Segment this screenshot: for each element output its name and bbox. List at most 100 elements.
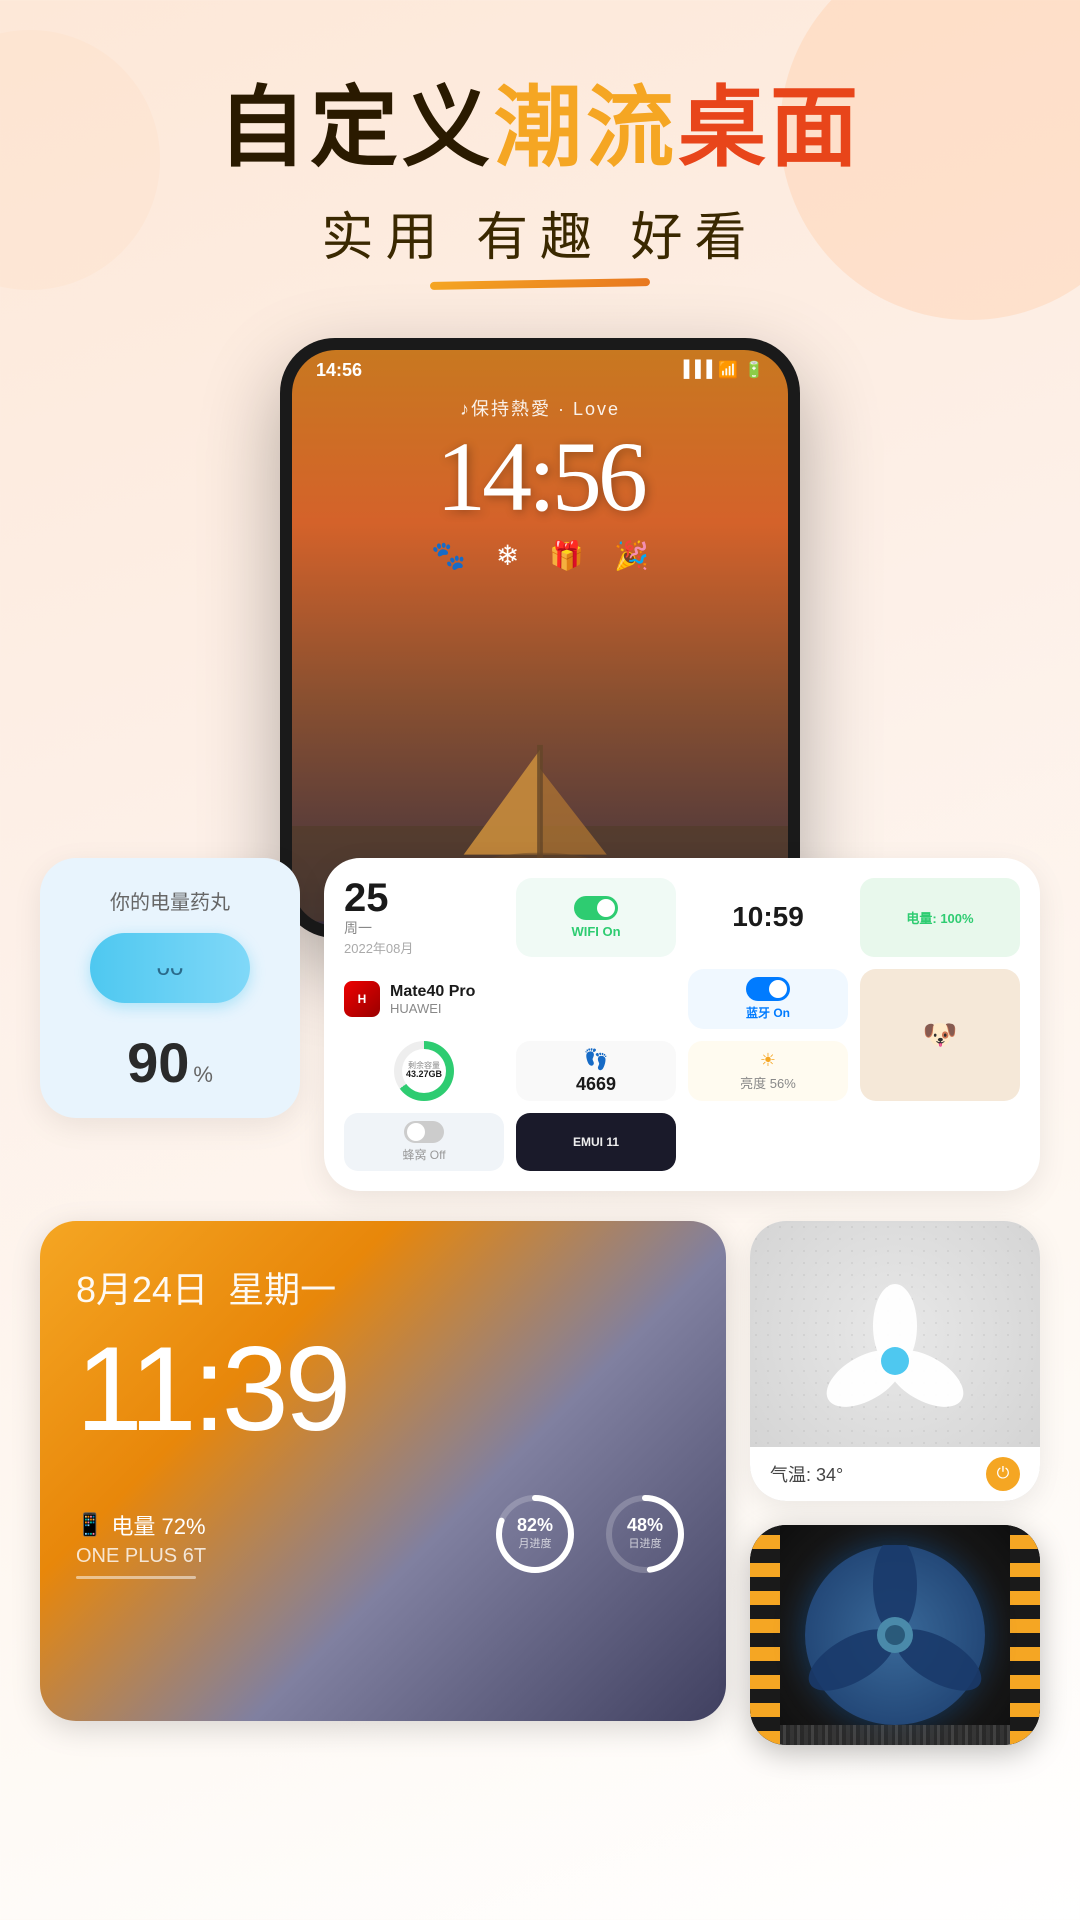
clock-weekday: 星期一 — [228, 1261, 336, 1313]
battery-icon: 🔋 — [744, 360, 764, 380]
orange-stripe-right — [1010, 1525, 1040, 1745]
big-clock-time: 11:39 — [76, 1329, 690, 1449]
icon-paw: 🐾 — [431, 539, 466, 572]
phone-bottom-icons: 🐾 ❄ 🎁 🎉 — [431, 539, 649, 572]
steps-icon: 👣 — [584, 1047, 609, 1072]
storage-progress-circle: 剩余容量 43.27GB — [394, 1041, 454, 1101]
phone-mockup: 14:56 ▐▐▐ 📶 🔋 ♪保持熱愛 · Love 14:56 🐾 ❄ 🎁 🎉 — [280, 338, 800, 938]
pill-shape: ᴗᴗ — [90, 933, 250, 1003]
clock-bottom: 📱 电量 72% ONE PLUS 6T 82% 月进度 — [76, 1489, 690, 1579]
info-widget: 25 周一 2022年08月 WIFI On 10:59 电量: 100% H … — [324, 858, 1040, 1191]
svg-text:月进度: 月进度 — [519, 1536, 552, 1550]
cell-toggle — [404, 1121, 444, 1143]
battery-bar-text: 电量: 100% — [906, 908, 973, 927]
steps-value: 4669 — [576, 1074, 616, 1095]
lock-screen-content: ♪保持熱愛 · Love 14:56 🐾 ❄ 🎁 🎉 — [292, 385, 788, 572]
info-time-block: 10:59 — [688, 878, 848, 957]
orange-stripe-left — [750, 1525, 780, 1745]
dark-fan-svg — [805, 1545, 985, 1725]
fan-widget-dark — [750, 1525, 1040, 1745]
brightness-block: ☀ 亮度 56% — [688, 1041, 848, 1101]
device-line — [76, 1576, 196, 1579]
title-part1: 自定义 — [218, 78, 494, 177]
fan-power-btn[interactable]: ⏻ — [986, 1457, 1020, 1491]
fan-dark-circle — [805, 1545, 985, 1725]
battery-unit: % — [193, 1062, 213, 1088]
svg-text:82%: 82% — [517, 1515, 553, 1535]
device-model: Mate40 Pro — [390, 982, 475, 1001]
wifi-label: WIFI On — [571, 924, 620, 939]
info-time: 10:59 — [732, 901, 804, 933]
emui-block: EMUI 11 — [516, 1113, 676, 1171]
status-icons: ▐▐▐ 📶 🔋 — [678, 360, 764, 380]
widgets-row-1: 你的电量药丸 ᴗᴗ 90 % 25 周一 2022年08月 WIFI On 10… — [0, 858, 1080, 1191]
battery-phone-icon: 📱 — [76, 1512, 103, 1538]
device-battery: 📱 电量 72% — [76, 1509, 206, 1541]
header-section: 自定义潮流桌面 实用 有趣 好看 — [0, 0, 1080, 288]
icon-gift: 🎁 — [549, 539, 584, 572]
fan-dark-inner — [750, 1525, 1040, 1745]
cell-off-block: 蜂窝 Off — [344, 1113, 504, 1171]
device-brand: HUAWEI — [390, 1001, 475, 1016]
device-info: Mate40 Pro HUAWEI — [390, 982, 475, 1016]
icon-party: 🎉 — [614, 539, 649, 572]
brightness-value: 亮度 56% — [740, 1073, 796, 1092]
circle-inner: 剩余容量 43.27GB — [402, 1049, 446, 1093]
huawei-logo: H — [344, 981, 380, 1017]
title-part2: 潮流 — [494, 78, 678, 177]
steps-block: 👣 4669 — [516, 1041, 676, 1101]
emui-label: EMUI 11 — [573, 1135, 619, 1149]
barcode-strip — [780, 1725, 1010, 1745]
device-battery-text: 电量 72% — [111, 1509, 205, 1541]
title-part3: 桌面 — [678, 78, 862, 177]
fan-blade-container — [815, 1281, 975, 1441]
wifi-toggle-block[interactable]: WIFI On — [516, 878, 676, 957]
main-title: 自定义潮流桌面 — [0, 80, 1080, 177]
clock-circles: 82% 月进度 48% 日进度 — [490, 1489, 690, 1579]
phone-screen: 14:56 ▐▐▐ 📶 🔋 ♪保持熱愛 · Love 14:56 🐾 ❄ 🎁 🎉 — [292, 350, 788, 926]
device-name-big: ONE PLUS 6T — [76, 1545, 206, 1568]
cell-label: 蜂窝 Off — [402, 1146, 445, 1163]
monthly-progress-container: 82% 月进度 — [490, 1489, 580, 1579]
daily-progress-container: 48% 日进度 — [600, 1489, 690, 1579]
phone-mockup-wrapper: 14:56 ▐▐▐ 📶 🔋 ♪保持熱愛 · Love 14:56 🐾 ❄ 🎁 🎉 — [0, 338, 1080, 938]
battery-percent: 90 — [127, 1035, 189, 1091]
bt-switch[interactable] — [746, 977, 790, 1001]
fan-svg — [815, 1281, 975, 1441]
camera-thumbnail: 🐶 — [860, 969, 1020, 1101]
fan-bottom-bar: 气温: 34° ⏻ — [750, 1447, 1040, 1501]
clock-device-info: 📱 电量 72% ONE PLUS 6T — [76, 1509, 206, 1579]
phone-time-small: 14:56 — [316, 360, 362, 381]
icon-snowflake: ❄ — [496, 539, 519, 572]
daily-progress-circle: 48% 日进度 — [600, 1489, 690, 1579]
storage-circle: 剩余容量 43.27GB — [344, 1041, 504, 1101]
device-block: H Mate40 Pro HUAWEI — [344, 969, 676, 1029]
widgets-row-2: 8月24日 星期一 11:39 📱 电量 72% ONE PLUS 6T — [0, 1221, 1080, 1745]
underline-decoration — [430, 278, 650, 290]
wifi-switch[interactable] — [574, 896, 618, 920]
fan-widget-white: 气温: 34° ⏻ — [750, 1221, 1040, 1501]
svg-text:日进度: 日进度 — [629, 1536, 662, 1550]
right-widgets: 气温: 34° ⏻ — [750, 1221, 1040, 1745]
storage-value: 43.27GB — [406, 1070, 442, 1079]
love-text: ♪保持熱愛 · Love — [460, 395, 620, 421]
monthly-progress-circle: 82% 月进度 — [490, 1489, 580, 1579]
big-clock-display: 14:56 — [436, 427, 644, 527]
info-date: 25 — [344, 878, 504, 918]
bluetooth-toggle-block[interactable]: 蓝牙 On — [688, 969, 848, 1029]
clock-widget: 8月24日 星期一 11:39 📱 电量 72% ONE PLUS 6T — [40, 1221, 726, 1721]
wifi-icon: 📶 — [718, 360, 738, 380]
signal-icon: ▐▐▐ — [678, 361, 712, 379]
bt-label: 蓝牙 On — [746, 1004, 790, 1021]
pill-face: ᴗᴗ — [157, 954, 184, 982]
clock-date-row: 8月24日 星期一 — [76, 1261, 690, 1313]
phone-status-bar: 14:56 ▐▐▐ 📶 🔋 — [292, 350, 788, 385]
clock-date: 8月24日 — [76, 1261, 208, 1313]
battery-widget-label: 你的电量药丸 — [110, 886, 230, 915]
battery-widget: 你的电量药丸 ᴗᴗ 90 % — [40, 858, 300, 1118]
battery-bar-block: 电量: 100% — [860, 878, 1020, 957]
info-year-month: 2022年08月 — [344, 938, 504, 957]
svg-text:48%: 48% — [627, 1515, 663, 1535]
info-weekday: 周一 — [344, 918, 504, 938]
info-date-block: 25 周一 2022年08月 — [344, 878, 504, 957]
